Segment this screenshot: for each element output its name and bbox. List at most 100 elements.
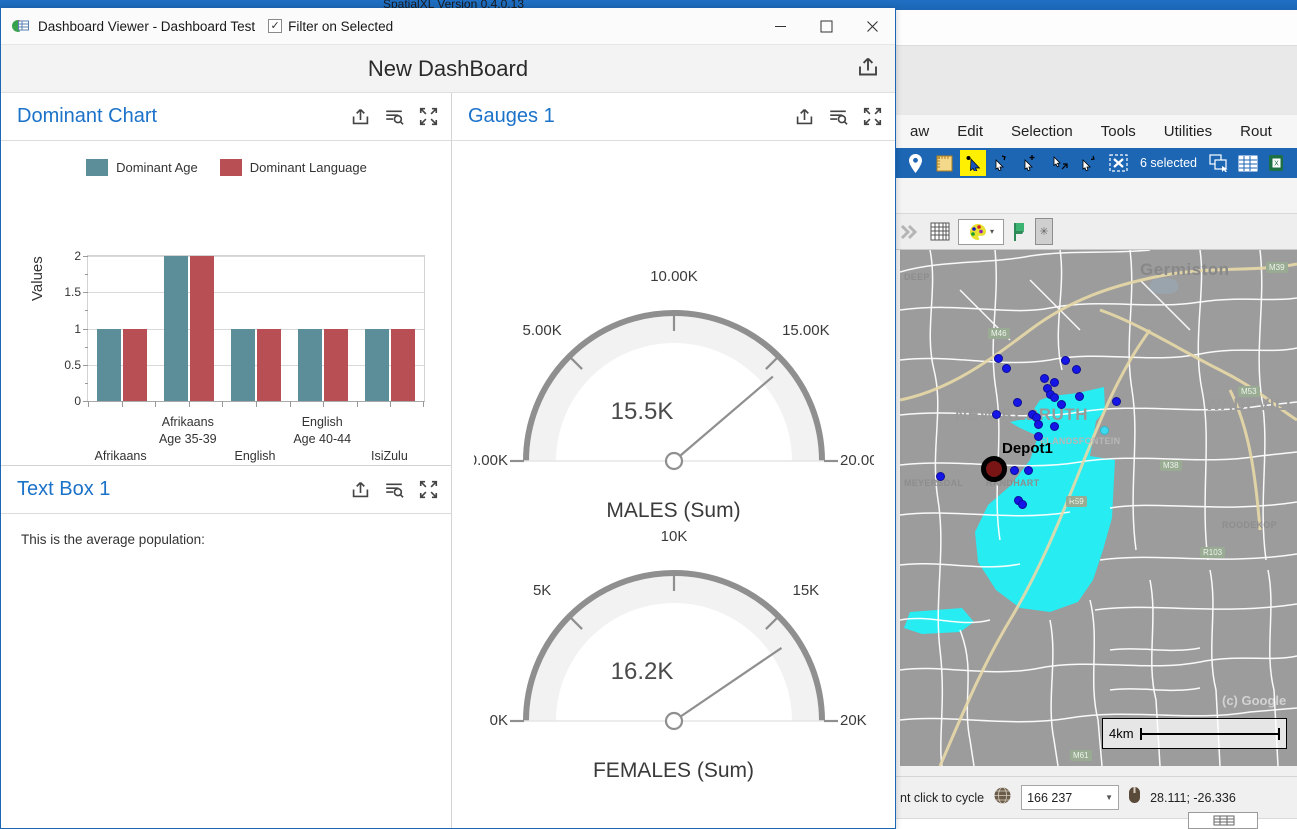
map-point[interactable]	[994, 354, 1003, 363]
chart-bar[interactable]	[96, 328, 121, 401]
gauge-caption: FEMALES (Sum)	[592, 759, 755, 782]
map-point[interactable]	[1024, 466, 1033, 475]
export-icon[interactable]	[349, 479, 371, 501]
chart-bar[interactable]	[189, 256, 214, 401]
chart-x-category-label: AfrikaansAge 25-29	[94, 449, 147, 463]
map-point[interactable]	[1061, 356, 1070, 365]
coordinate-units-combo[interactable]: 166 237 ▼	[1021, 785, 1120, 810]
legend-item: Dominant Language	[219, 159, 367, 176]
chart-bar-group[interactable]	[231, 328, 281, 401]
chart-bar[interactable]	[122, 328, 147, 401]
menu-item-draw[interactable]: aw	[896, 119, 943, 144]
expand-icon[interactable]	[417, 479, 439, 501]
road-shield	[1070, 498, 1076, 500]
filter-on-selected-control[interactable]: ✓ Filter on Selected	[268, 19, 393, 34]
map-point[interactable]	[1018, 500, 1027, 509]
gauge-needle	[672, 375, 774, 462]
node-delete-icon[interactable]	[1076, 150, 1102, 176]
ruler-icon[interactable]	[931, 150, 957, 176]
map-point[interactable]	[1100, 426, 1109, 435]
chart-x-tick	[188, 401, 190, 407]
map-canvas[interactable]: M39 M46 M53 R59 M38 M61 R59 R103 M41 Ger…	[900, 250, 1297, 766]
pin-icon[interactable]	[902, 150, 928, 176]
chart-plot-area: 0 0.5 1 1.5 2	[64, 249, 425, 408]
sparkle-icon[interactable]: ✳	[1035, 218, 1053, 245]
chart-bar[interactable]	[391, 328, 416, 401]
chevron-double-right-icon[interactable]	[900, 219, 922, 245]
chart-bar[interactable]	[298, 328, 323, 401]
gauge-tick-label: 10.00K	[650, 271, 698, 285]
map-point[interactable]	[1112, 397, 1121, 406]
chart-bar-group[interactable]	[365, 328, 416, 401]
export-icon[interactable]	[857, 55, 879, 82]
menu-item-tools[interactable]: Tools	[1087, 119, 1150, 144]
dashboard-viewer-window: Dashboard Viewer - Dashboard Test ✓ Filt…	[0, 8, 896, 829]
background-toolbar: 6 selected X	[896, 148, 1297, 178]
palette-dropdown[interactable]: ▾	[958, 218, 1004, 245]
map-point[interactable]	[1075, 392, 1084, 401]
dialog-title: Dashboard Viewer - Dashboard Test	[38, 18, 256, 34]
chart-y-axis-label: Values	[29, 256, 46, 301]
globe-icon[interactable]	[993, 786, 1012, 810]
map-point[interactable]	[1013, 398, 1022, 407]
dashboard-app-icon	[11, 17, 29, 35]
menu-item-edit[interactable]: Edit	[943, 119, 997, 144]
road-shield: M39	[1266, 262, 1288, 273]
background-ribbon-white	[896, 10, 1297, 46]
panel-toolbar	[793, 106, 883, 128]
expand-icon[interactable]	[861, 106, 883, 128]
minimize-button[interactable]	[757, 8, 803, 45]
maximize-button[interactable]	[803, 8, 849, 45]
chart-bar[interactable]	[163, 256, 188, 401]
chart-bar[interactable]	[365, 328, 390, 401]
gauge-track	[525, 313, 822, 461]
select-pointer-icon[interactable]	[960, 150, 986, 176]
table-icon[interactable]	[1235, 150, 1261, 176]
panel-title-dominant-chart: Dominant Chart	[17, 105, 158, 127]
filter-search-icon[interactable]	[827, 106, 849, 128]
chart-x-category-label: Afrikaans Age 35-39	[158, 415, 217, 446]
map-point[interactable]	[1072, 365, 1081, 374]
chart-bar[interactable]	[231, 328, 255, 401]
filter-on-selected-checkbox[interactable]: ✓	[268, 19, 283, 33]
chart-bar-group[interactable]	[163, 256, 214, 401]
gauge-track	[525, 573, 822, 721]
node-add-icon[interactable]	[1018, 150, 1044, 176]
chart-bar-group[interactable]	[298, 328, 349, 401]
map-point[interactable]	[1050, 422, 1059, 431]
flag-icon[interactable]	[1012, 219, 1027, 245]
copy-layer-icon[interactable]	[1206, 150, 1232, 176]
filter-search-icon[interactable]	[383, 479, 405, 501]
chart-bar[interactable]	[324, 328, 349, 401]
chart-bar-group[interactable]	[96, 328, 147, 401]
node-edit-icon[interactable]	[989, 150, 1015, 176]
menu-item-utilities[interactable]: Utilities	[1150, 119, 1226, 144]
dashboard-right-column: Gauges 1 .00K 5.00K 10.00K 15.00K 20.00 …	[452, 93, 895, 828]
gauge-males: 0.00K 5.00K 10.00K 15.00K 20.00K 15.5K MALES (…	[474, 271, 874, 523]
menu-item-selection[interactable]: Selection	[997, 119, 1087, 144]
map-point[interactable]	[1057, 400, 1066, 409]
expand-icon[interactable]	[417, 106, 439, 128]
chart-x-tick	[256, 401, 257, 407]
filter-search-icon[interactable]	[383, 106, 405, 128]
chart-bar[interactable]	[257, 328, 281, 401]
chart-x-tick	[222, 401, 224, 407]
gauge-females: 0K 5K 10K 15K 20K 16.2K FEMALES (Sum)	[474, 531, 874, 783]
export-icon[interactable]	[349, 106, 371, 128]
map-point[interactable]	[1010, 466, 1019, 475]
chart-x-tick	[323, 401, 325, 407]
close-button[interactable]	[849, 8, 895, 45]
export-icon[interactable]	[793, 106, 815, 128]
grid-icon[interactable]	[930, 219, 950, 245]
menu-item-routing[interactable]: Rout	[1226, 119, 1286, 144]
panel-title-text-box: Text Box 1	[17, 478, 111, 500]
map-point[interactable]	[1002, 364, 1011, 373]
clear-selection-icon[interactable]	[1105, 150, 1131, 176]
excel-export-icon[interactable]: X	[1264, 150, 1290, 176]
map-point[interactable]	[992, 410, 1001, 419]
map-point[interactable]	[1040, 374, 1049, 383]
node-move-icon[interactable]	[1047, 150, 1073, 176]
map-point[interactable]	[1034, 420, 1043, 429]
map-point[interactable]	[936, 472, 945, 481]
depot-marker[interactable]	[981, 456, 1007, 482]
